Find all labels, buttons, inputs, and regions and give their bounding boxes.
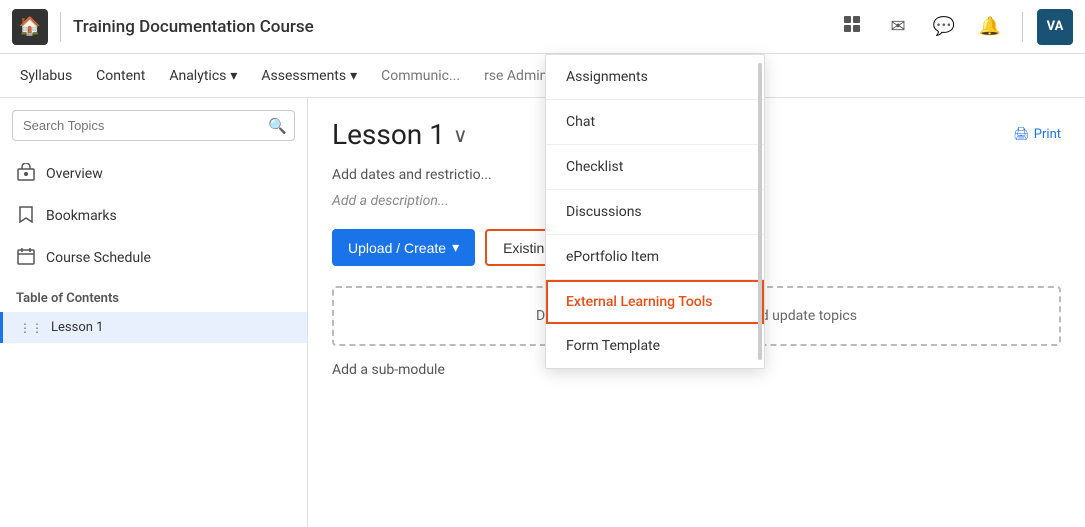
print-icon: 🖨 [1013,127,1030,142]
grid-button[interactable] [834,9,870,45]
nav-syllabus[interactable]: Syllabus [20,64,72,88]
nav-course-admin[interactable]: rse Admin [484,64,547,88]
sidebar-search: 🔍 [12,110,295,141]
overview-label: Overview [46,166,103,182]
analytics-chevron-icon: ▾ [230,68,237,84]
bell-icon: 🔔 [979,16,1001,37]
dropdown-item-checklist[interactable]: Checklist [546,145,764,190]
nav-analytics[interactable]: Analytics ▾ [169,64,237,88]
lesson-chevron-icon[interactable]: ∨ [453,123,468,147]
dropdown-item-form-template[interactable]: Form Template [546,324,764,368]
toc-title: Table of Contents [0,279,307,312]
mail-button[interactable]: ✉ [880,9,916,45]
dropdown-item-assignments[interactable]: Assignments [546,55,764,100]
navbar: Syllabus Content Analytics ▾ Assessments… [0,54,1085,98]
drag-handle-icon: ⋮⋮ [19,321,43,335]
print-button[interactable]: 🖨 Print [1013,127,1061,142]
lesson-1-label: Lesson 1 [51,320,103,335]
lesson-1-item[interactable]: ⋮⋮ Lesson 1 [0,312,307,343]
course-title: Training Documentation Course [73,17,826,37]
nav-communications[interactable]: Communic... [381,64,460,88]
bell-button[interactable]: 🔔 [972,9,1008,45]
home-icon: 🏠 [19,16,41,37]
sidebar: 🔍 Overview Bookmarks [0,98,308,527]
mail-icon: ✉ [890,16,905,37]
nav-assessments[interactable]: Assessments ▾ [261,64,357,88]
avatar[interactable]: VA [1037,9,1073,45]
search-icon[interactable]: 🔍 [268,117,287,135]
main-layout: 🔍 Overview Bookmarks [0,98,1085,527]
nav-content[interactable]: Content [96,64,145,88]
upload-create-button[interactable]: Upload / Create ▾ [332,229,475,266]
dropdown-menu[interactable]: Assignments Chat Checklist Discussions e… [545,54,765,369]
home-button[interactable]: 🏠 [12,9,48,45]
topbar-icons: ✉ 💬 🔔 VA [834,9,1073,45]
topbar-divider [60,12,61,42]
overview-icon [16,163,36,185]
dropdown-item-eportfolio[interactable]: ePortfolio Item [546,235,764,280]
search-input[interactable] [12,110,295,141]
dropdown-item-discussions[interactable]: Discussions [546,190,764,235]
topbar-divider2 [1022,12,1023,42]
dropdown-item-external-learning[interactable]: External Learning Tools [546,280,764,324]
chat-button[interactable]: 💬 [926,9,962,45]
upload-chevron-icon: ▾ [452,239,459,256]
bookmark-icon [16,205,36,227]
sidebar-item-overview[interactable]: Overview [0,153,307,195]
grid-icon [842,14,862,39]
lesson-title: Lesson 1 ∨ [332,118,468,151]
sidebar-item-course-schedule[interactable]: Course Schedule [0,237,307,279]
bookmarks-label: Bookmarks [46,208,117,224]
dropdown-scrollbar[interactable] [758,63,762,360]
topbar: 🏠 Training Documentation Course ✉ 💬 🔔 VA [0,0,1085,54]
dropdown-item-chat[interactable]: Chat [546,100,764,145]
assessments-chevron-icon: ▾ [350,68,357,84]
sidebar-item-bookmarks[interactable]: Bookmarks [0,195,307,237]
calendar-icon [16,247,36,269]
chat-icon: 💬 [933,16,955,37]
course-schedule-label: Course Schedule [46,250,151,266]
